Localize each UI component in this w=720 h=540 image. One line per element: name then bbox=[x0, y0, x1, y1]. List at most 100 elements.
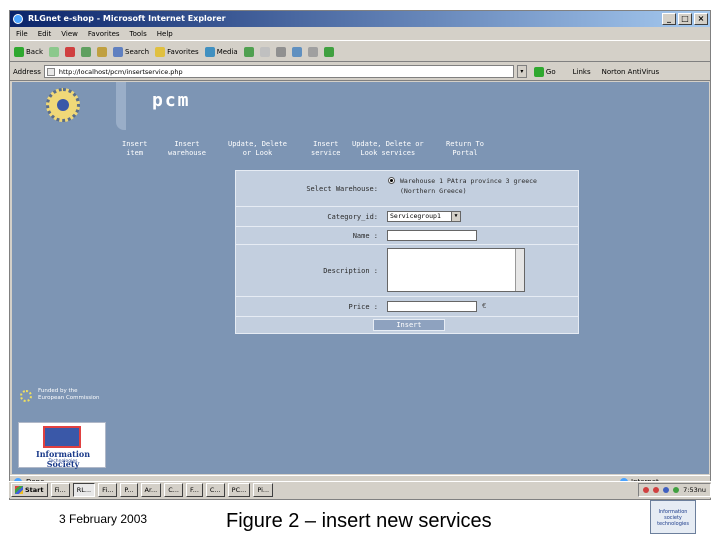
insert-button[interactable]: Insert bbox=[373, 319, 445, 331]
history-button[interactable] bbox=[243, 46, 254, 57]
description-textarea[interactable] bbox=[387, 248, 525, 292]
figure-caption: Figure 2 – insert new services bbox=[226, 510, 492, 532]
windows-flag-icon bbox=[15, 486, 23, 494]
media-button[interactable]: Media bbox=[204, 46, 238, 57]
address-label: Address bbox=[13, 67, 41, 76]
browser-window: RLGnet e-shop - Microsoft Internet Explo… bbox=[9, 10, 711, 500]
title-bar: RLGnet e-shop - Microsoft Internet Explo… bbox=[10, 11, 710, 27]
edit-button[interactable] bbox=[291, 46, 302, 57]
eu-flag-icon bbox=[20, 390, 32, 402]
go-arrow-icon bbox=[533, 66, 544, 77]
stop-button[interactable] bbox=[65, 46, 75, 57]
nav-update-delete-services[interactable]: Update, Delete or Look services bbox=[352, 140, 424, 158]
pcm-logo: pcm bbox=[152, 90, 191, 111]
ist-logo: Information Society Technologies bbox=[18, 422, 106, 469]
warehouse-row: Select Warehouse: Warehouse 1 PAtra prov… bbox=[236, 171, 578, 207]
start-button[interactable]: Start bbox=[11, 483, 48, 497]
close-button[interactable]: × bbox=[694, 13, 708, 25]
header-band bbox=[116, 82, 709, 130]
nav-bar: Insert item Insert warehouse Update, Del… bbox=[116, 130, 709, 166]
menu-favorites[interactable]: Favorites bbox=[88, 27, 120, 40]
edit-icon bbox=[291, 46, 302, 57]
ist-logo-sub: Technologies bbox=[48, 459, 78, 464]
nav-insert-service[interactable]: Insert service bbox=[311, 140, 341, 158]
forward-button[interactable] bbox=[49, 46, 59, 57]
minimize-button[interactable]: _ bbox=[662, 13, 676, 25]
discuss-button[interactable] bbox=[307, 46, 318, 57]
ist-footer-logo: Information society technologies bbox=[650, 500, 696, 534]
currency-note: € bbox=[482, 302, 487, 310]
header-tab bbox=[116, 82, 126, 130]
messenger-button[interactable] bbox=[323, 46, 334, 57]
name-row: Name : bbox=[236, 227, 578, 245]
clock: 7:53nu bbox=[683, 486, 706, 494]
menu-tools[interactable]: Tools bbox=[130, 27, 147, 40]
norton-button[interactable]: Norton AntiVirus bbox=[602, 68, 660, 76]
menu-edit[interactable]: Edit bbox=[38, 27, 52, 40]
task-button[interactable]: PC... bbox=[227, 483, 251, 497]
insert-service-form: Select Warehouse: Warehouse 1 PAtra prov… bbox=[235, 170, 579, 334]
system-tray: 7:53nu bbox=[638, 483, 711, 497]
tray-icon[interactable] bbox=[673, 487, 680, 493]
stop-icon bbox=[65, 46, 75, 57]
slide: RLGnet e-shop - Microsoft Internet Explo… bbox=[0, 0, 720, 540]
mail-button[interactable] bbox=[259, 46, 270, 57]
nav-insert-item[interactable]: Insert item bbox=[122, 140, 147, 158]
page-icon bbox=[46, 68, 55, 76]
menu-view[interactable]: View bbox=[61, 27, 78, 40]
price-row: Price : € bbox=[236, 297, 578, 317]
funded-text: Funded by the European Commission bbox=[38, 388, 100, 401]
ie-icon bbox=[13, 14, 23, 24]
description-row: Description : bbox=[236, 245, 578, 297]
address-dropdown[interactable]: ▾ bbox=[516, 65, 527, 78]
printer-icon bbox=[275, 46, 286, 57]
task-button[interactable]: C... bbox=[205, 483, 225, 497]
messenger-icon bbox=[323, 46, 334, 57]
task-button[interactable]: C... bbox=[164, 483, 183, 497]
name-input[interactable] bbox=[387, 230, 477, 241]
search-button[interactable]: Search bbox=[113, 46, 149, 57]
discuss-icon bbox=[307, 46, 318, 57]
textarea-scrollbar[interactable] bbox=[515, 249, 524, 291]
price-input[interactable] bbox=[387, 301, 477, 312]
go-button[interactable]: Go bbox=[533, 66, 556, 77]
nav-update-delete-look[interactable]: Update, Delete or Look bbox=[228, 140, 287, 158]
maximize-button[interactable]: □ bbox=[678, 13, 692, 25]
forward-arrow-icon bbox=[49, 46, 59, 57]
tray-icon[interactable] bbox=[663, 487, 670, 493]
home-button[interactable] bbox=[97, 46, 107, 57]
category-select[interactable]: Servicegroup1 ▼ bbox=[387, 211, 461, 222]
task-button[interactable]: Pi... bbox=[253, 483, 274, 497]
funding-panel: Funded by the European Commission Inform… bbox=[12, 382, 116, 474]
address-url: http://localhost/pcm/insertservice.php bbox=[58, 68, 183, 76]
links-button[interactable]: Links bbox=[573, 68, 591, 76]
chevron-down-icon: ▼ bbox=[451, 212, 460, 221]
back-button[interactable]: Back bbox=[14, 46, 43, 57]
nav-insert-warehouse[interactable]: Insert warehouse bbox=[168, 140, 206, 158]
address-input[interactable]: http://localhost/pcm/insertservice.php bbox=[43, 65, 514, 78]
tray-icon[interactable] bbox=[653, 487, 660, 493]
window-title: RLGnet e-shop - Microsoft Internet Explo… bbox=[28, 14, 226, 23]
mail-icon bbox=[259, 46, 270, 57]
menu-help[interactable]: Help bbox=[157, 27, 173, 40]
nav-return-to-portal[interactable]: Return To Portal bbox=[446, 140, 484, 158]
history-icon bbox=[243, 46, 254, 57]
task-button[interactable]: Fi... bbox=[50, 483, 70, 497]
task-button[interactable]: Ar... bbox=[140, 483, 162, 497]
category-value: Servicegroup1 bbox=[390, 212, 441, 220]
refresh-button[interactable] bbox=[81, 46, 91, 57]
description-label: Description : bbox=[323, 267, 378, 275]
select-warehouse-label: Select Warehouse: bbox=[306, 185, 378, 193]
warehouse-option: Warehouse 1 PAtra province 3 greece (Nor… bbox=[400, 177, 537, 195]
tray-icon[interactable] bbox=[643, 487, 650, 493]
category-label: Category_id: bbox=[327, 213, 378, 221]
menu-file[interactable]: File bbox=[16, 27, 28, 40]
favorites-button[interactable]: Favorites bbox=[155, 46, 199, 57]
task-button-active[interactable]: RL... bbox=[72, 483, 96, 497]
task-button[interactable]: P... bbox=[120, 483, 138, 497]
task-button[interactable]: Fi... bbox=[98, 483, 118, 497]
taskbar: Start Fi... RL... Fi... P... Ar... C... … bbox=[9, 481, 711, 498]
task-button[interactable]: F... bbox=[186, 483, 203, 497]
window-controls: _ □ × bbox=[662, 13, 708, 25]
print-button[interactable] bbox=[275, 46, 286, 57]
